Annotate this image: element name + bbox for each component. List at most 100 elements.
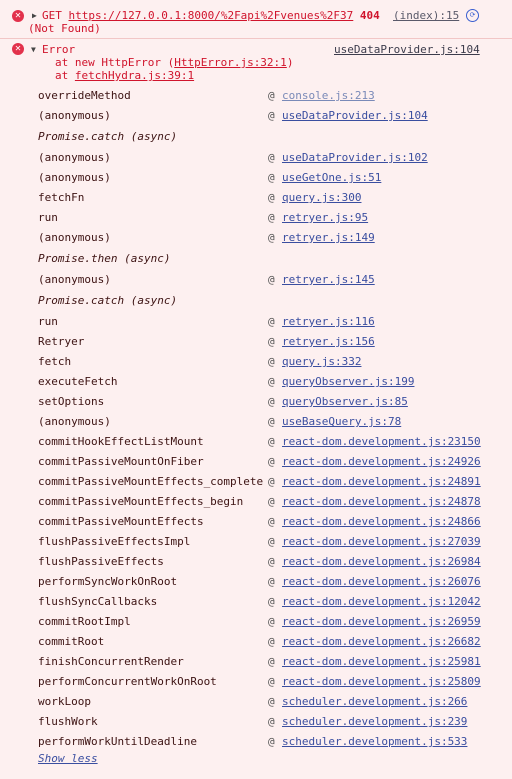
source-location-link[interactable]: retryer.js:145 <box>282 270 375 290</box>
function-name: run <box>38 315 58 328</box>
at-symbol: @ <box>268 455 275 468</box>
request-status-text: (Not Found) <box>28 22 101 35</box>
stack-frame-row: overrideMethod @ console.js:213 <box>0 86 512 106</box>
function-name: commitPassiveMountEffects <box>38 515 204 528</box>
source-location-link[interactable]: query.js:300 <box>282 188 361 208</box>
trace-text: at <box>55 69 75 82</box>
divider <box>0 38 512 39</box>
at-symbol: @ <box>268 355 275 368</box>
function-name: Retryer <box>38 335 85 348</box>
source-location-link[interactable]: react-dom.development.js:24866 <box>282 512 481 532</box>
source-location-link[interactable]: react-dom.development.js:12042 <box>282 592 481 612</box>
function-name: fetch <box>38 355 72 368</box>
source-location-link[interactable]: react-dom.development.js:25809 <box>282 672 481 692</box>
stack-frame-row: flushWork @ scheduler.development.js:239 <box>0 712 512 732</box>
at-symbol: @ <box>268 415 275 428</box>
source-location-link[interactable]: console.js:213 <box>282 86 375 106</box>
at-symbol: @ <box>268 191 275 204</box>
at-symbol: @ <box>268 375 275 388</box>
at-symbol: @ <box>268 395 275 408</box>
function-name: performConcurrentWorkOnRoot <box>38 675 217 688</box>
source-location-link[interactable]: useGetOne.js:51 <box>282 168 381 188</box>
stack-frame-row: (anonymous) @ useGetOne.js:51 <box>0 168 512 188</box>
collapse-triangle-icon[interactable]: ▼ <box>31 45 36 54</box>
devtools-network-icon[interactable]: ⟳ <box>466 9 479 22</box>
source-location-link[interactable]: retryer.js:156 <box>282 332 375 352</box>
trace-text: ) <box>286 56 294 69</box>
at-symbol: @ <box>268 89 275 102</box>
at-symbol: @ <box>268 151 275 164</box>
source-location-link[interactable]: useDataProvider.js:104 <box>282 106 428 126</box>
source-location-link[interactable]: react-dom.development.js:25981 <box>282 652 481 672</box>
fetchhydra-link[interactable]: fetchHydra.js:39:1 <box>75 69 194 82</box>
source-location-link[interactable]: scheduler.development.js:239 <box>282 712 467 732</box>
at-symbol: @ <box>268 655 275 668</box>
function-name: workLoop <box>38 695 91 708</box>
error-source-link[interactable]: useDataProvider.js:104 <box>334 43 480 56</box>
stack-frame-row: Retryer @ retryer.js:156 <box>0 332 512 352</box>
at-symbol: @ <box>268 435 275 448</box>
source-location-link[interactable]: react-dom.development.js:26984 <box>282 552 481 572</box>
at-symbol: @ <box>268 495 275 508</box>
stack-frame-row: performSyncWorkOnRoot @ react-dom.developm… <box>0 572 512 592</box>
stack-frame-row: flushPassiveEffectsImpl @ react-dom.develo… <box>0 532 512 552</box>
source-location-link[interactable]: react-dom.development.js:26959 <box>282 612 481 632</box>
request-method: GET <box>42 9 62 22</box>
function-name: flushPassiveEffectsImpl <box>38 535 191 548</box>
source-location-link[interactable]: scheduler.development.js:533 <box>282 732 467 752</box>
source-location-link[interactable]: react-dom.development.js:24891 <box>282 472 481 492</box>
stack-frame-row: commitPassiveMountOnFiber @ react-dom.deve… <box>0 452 512 472</box>
show-less-link[interactable]: Show less <box>38 752 98 765</box>
source-location-link[interactable]: react-dom.development.js:23150 <box>282 432 481 452</box>
stack-frame-row: commitRootImpl @ react-dom.development.js:… <box>0 612 512 632</box>
httperror-link[interactable]: HttpError.js:32:1 <box>174 56 287 69</box>
source-location-link[interactable]: react-dom.development.js:24878 <box>282 492 481 512</box>
function-name: setOptions <box>38 395 105 408</box>
stack-frame-row: commitPassiveMountEffects @ react-dom.deve… <box>0 512 512 532</box>
function-name: (anonymous) <box>38 415 111 428</box>
function-name: performSyncWorkOnRoot <box>38 575 178 588</box>
stack-frame-row: executeFetch @ queryObserver.js:199 <box>0 372 512 392</box>
function-name: finishConcurrentRender <box>38 655 184 668</box>
source-location-link[interactable]: useDataProvider.js:102 <box>282 148 428 168</box>
source-location-link[interactable]: queryObserver.js:199 <box>282 372 414 392</box>
error-trace-line-1: at new HttpError (HttpError.js:32:1) <box>55 56 293 69</box>
stack-frame-row: fetch @ query.js:332 <box>0 352 512 372</box>
function-name: commitHookEffectListMount <box>38 435 204 448</box>
source-location-link[interactable]: react-dom.development.js:27039 <box>282 532 481 552</box>
function-name: commitRoot <box>38 635 105 648</box>
request-source-link[interactable]: (index):15 <box>393 9 459 22</box>
source-location-link[interactable]: queryObserver.js:85 <box>282 392 408 412</box>
function-name: (anonymous) <box>38 171 111 184</box>
function-name: commitPassiveMountEffects_begin <box>38 495 244 508</box>
async-marker-row: Promise.catch (async) <box>0 290 512 312</box>
function-name: flushSyncCallbacks <box>38 595 158 608</box>
request-url[interactable]: https://127.0.0.1:8000/%2Fapi%2Fvenues%2… <box>69 9 354 22</box>
source-location-link[interactable]: retryer.js:95 <box>282 208 368 228</box>
source-location-link[interactable]: useBaseQuery.js:78 <box>282 412 401 432</box>
source-location-link[interactable]: retryer.js:149 <box>282 228 375 248</box>
source-location-link[interactable]: react-dom.development.js:26682 <box>282 632 481 652</box>
stack-frame-row: run @ retryer.js:95 <box>0 208 512 228</box>
stack-frame-row: (anonymous) @ useDataProvider.js:104 <box>0 106 512 126</box>
function-name: executeFetch <box>38 375 118 388</box>
source-location-link[interactable]: react-dom.development.js:26076 <box>282 572 481 592</box>
error-trace-line-2: at fetchHydra.js:39:1 <box>55 69 194 82</box>
source-location-link[interactable]: query.js:332 <box>282 352 361 372</box>
error-icon: ✕ <box>12 43 24 55</box>
source-location-link[interactable]: retryer.js:116 <box>282 312 375 332</box>
stack-frame-row: (anonymous) @ useDataProvider.js:102 <box>0 148 512 168</box>
at-symbol: @ <box>268 171 275 184</box>
stack-frame-row: commitHookEffectListMount @ react-dom.deve… <box>0 432 512 452</box>
function-name: commitRootImpl <box>38 615 131 628</box>
source-location-link[interactable]: scheduler.development.js:266 <box>282 692 467 712</box>
source-location-link[interactable]: react-dom.development.js:24926 <box>282 452 481 472</box>
at-symbol: @ <box>268 595 275 608</box>
at-symbol: @ <box>268 715 275 728</box>
async-marker-row: Promise.then (async) <box>0 248 512 270</box>
expand-triangle-icon[interactable]: ▶ <box>32 11 37 20</box>
stack-frame-row: run @ retryer.js:116 <box>0 312 512 332</box>
at-symbol: @ <box>268 335 275 348</box>
stack-frame-row: setOptions @ queryObserver.js:85 <box>0 392 512 412</box>
function-name: commitPassiveMountOnFiber <box>38 455 204 468</box>
